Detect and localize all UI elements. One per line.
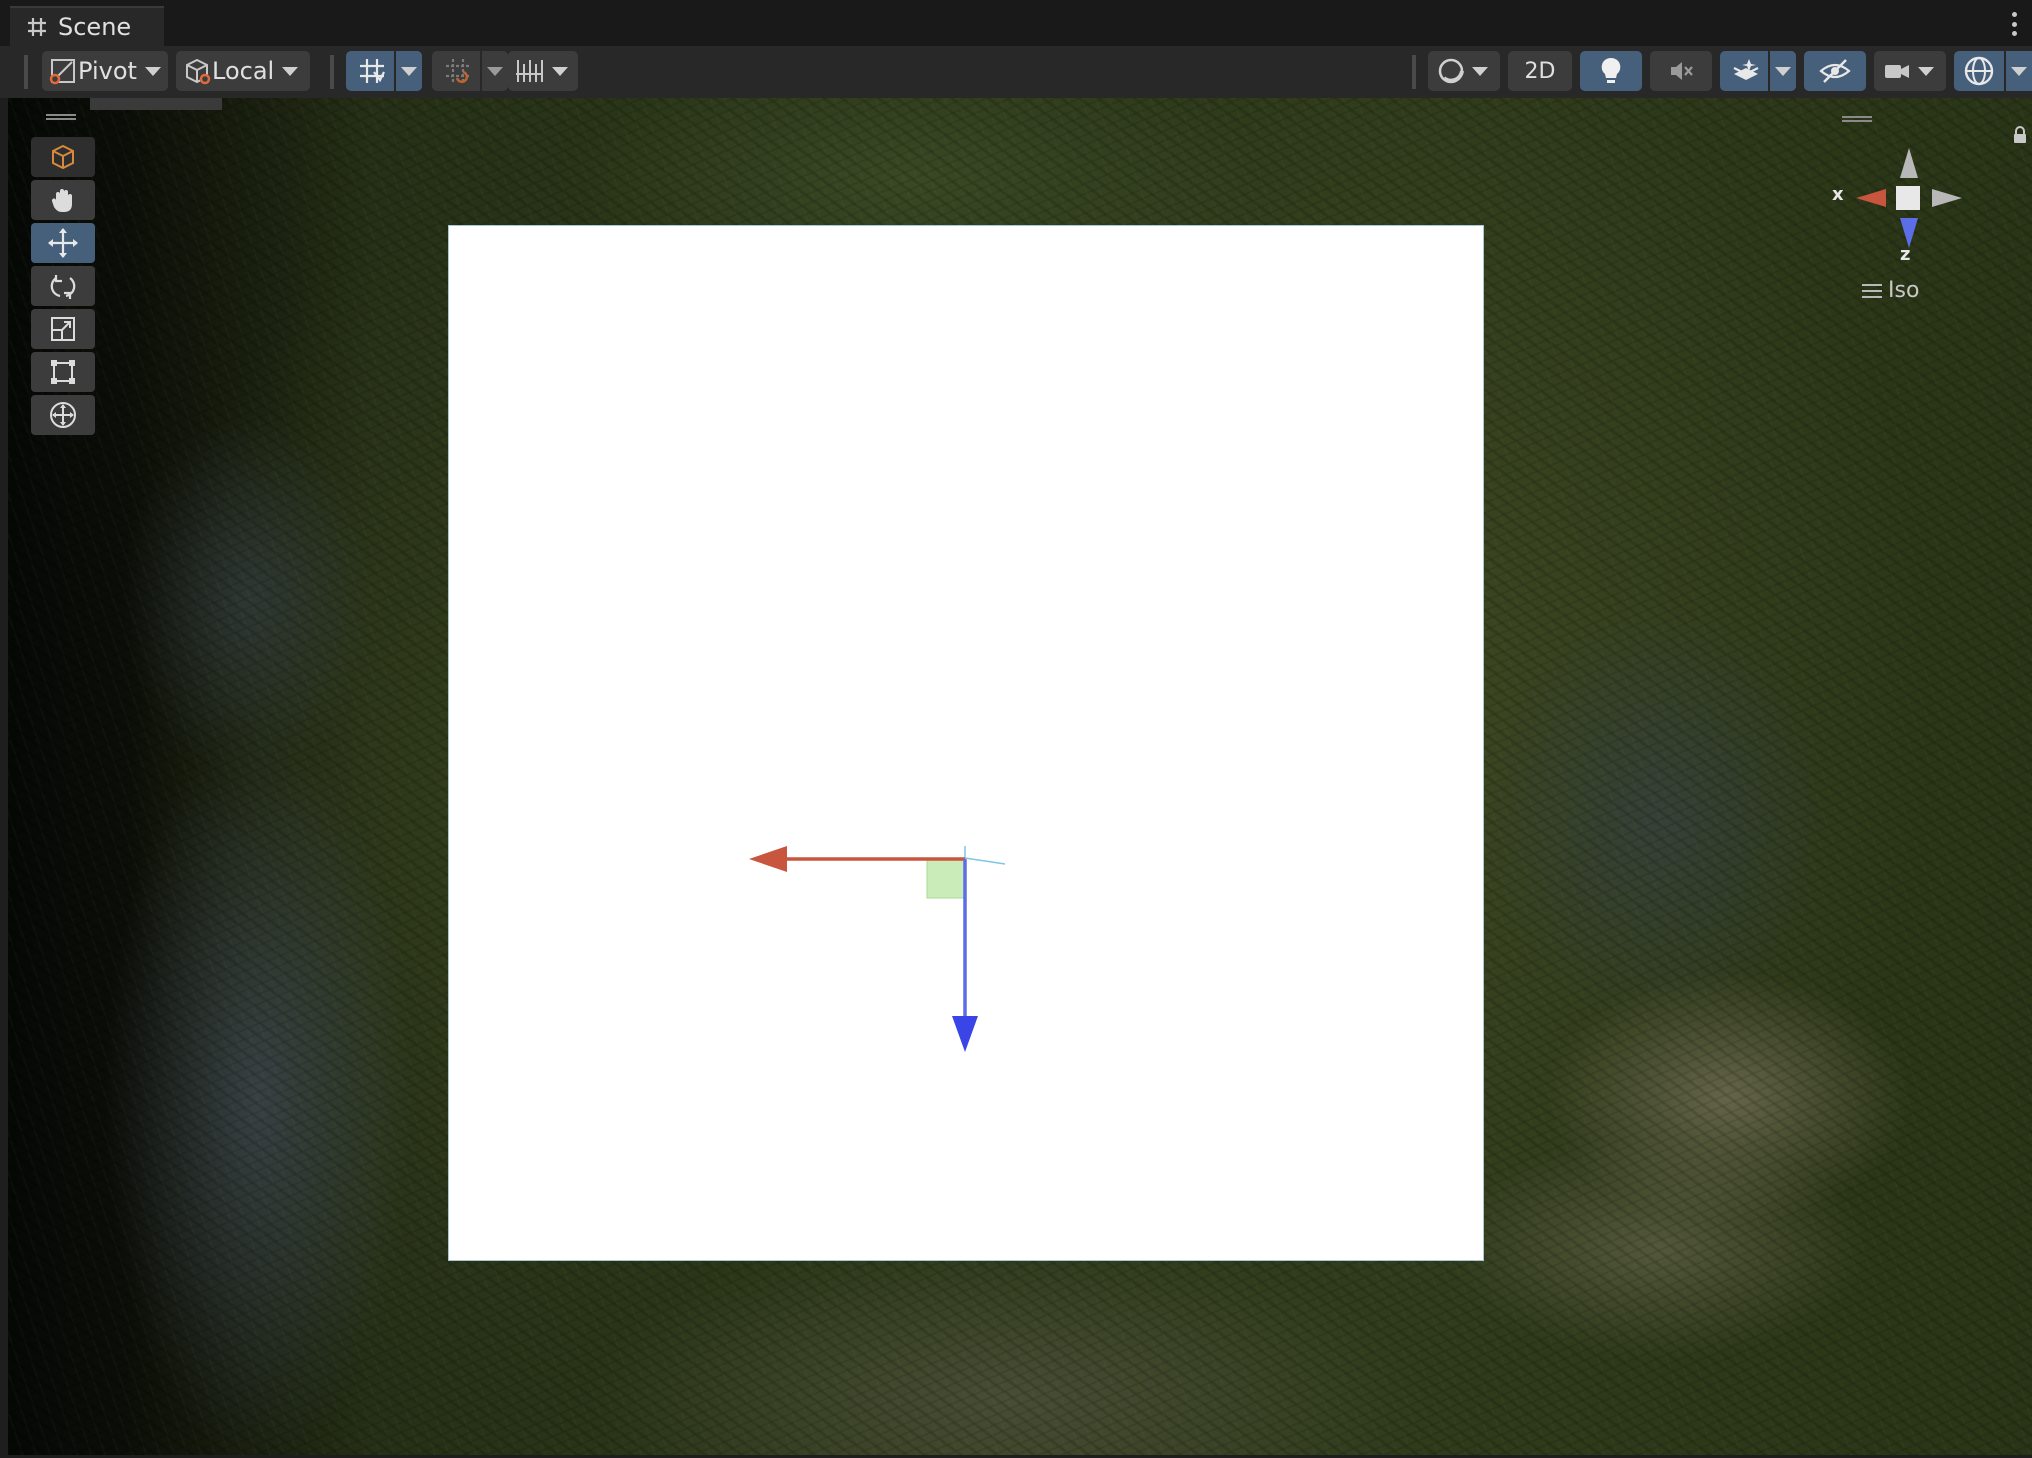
pivot-label: Pivot bbox=[78, 57, 137, 85]
chevron-down-icon bbox=[1918, 66, 1934, 76]
move-tool[interactable] bbox=[31, 223, 95, 263]
transform-icon bbox=[50, 402, 76, 428]
move-arrows-icon bbox=[48, 228, 78, 258]
chevron-down-icon bbox=[2011, 66, 2027, 76]
orientation-gizmo[interactable]: x z Iso bbox=[1832, 140, 1982, 320]
effects-dropdown[interactable] bbox=[1770, 51, 1796, 91]
view-options-button[interactable] bbox=[31, 137, 95, 177]
toolbar-separator bbox=[330, 55, 334, 89]
selected-quad[interactable] bbox=[449, 226, 1483, 1260]
camera-settings-dropdown[interactable] bbox=[1874, 51, 1946, 91]
y-axis-hint bbox=[964, 857, 1006, 865]
audio-toggle[interactable] bbox=[1650, 51, 1712, 91]
rect-transform-icon bbox=[51, 360, 75, 384]
tab-scene[interactable]: Scene bbox=[10, 6, 164, 46]
rotate-icon bbox=[50, 275, 76, 299]
kebab-menu-icon[interactable] bbox=[2010, 12, 2018, 36]
mode-2d-label: 2D bbox=[1524, 58, 1556, 84]
gizmos-dropdown[interactable] bbox=[2006, 51, 2032, 91]
rotate-tool[interactable] bbox=[31, 266, 95, 306]
hidden-eye-icon bbox=[1819, 59, 1851, 83]
tab-title: Scene bbox=[58, 13, 132, 41]
scale-tool[interactable] bbox=[31, 309, 95, 349]
scene-visibility-toggle[interactable] bbox=[1804, 51, 1866, 91]
draw-mode-dropdown[interactable] bbox=[1428, 51, 1500, 91]
chevron-down-icon bbox=[1472, 66, 1488, 76]
chevron-down-icon bbox=[552, 66, 568, 76]
view-tool[interactable] bbox=[31, 180, 95, 220]
toolbar-grip[interactable] bbox=[24, 55, 28, 89]
tools-overlay bbox=[18, 104, 95, 504]
overlay-panel-handle[interactable] bbox=[1842, 116, 1872, 122]
z-arrow-head[interactable] bbox=[952, 1016, 978, 1052]
cube-icon bbox=[52, 144, 74, 170]
projection-label: Iso bbox=[1888, 278, 1920, 303]
chevron-down-icon bbox=[1775, 66, 1791, 76]
pivot-dropdown[interactable]: Pivot bbox=[42, 51, 168, 91]
chevron-down-icon bbox=[401, 66, 417, 76]
increment-snap-dropdown[interactable] bbox=[482, 51, 508, 91]
x-arrow-head[interactable] bbox=[749, 846, 787, 872]
chevron-down-icon bbox=[282, 66, 299, 76]
tools-panel-handle[interactable] bbox=[46, 114, 76, 120]
lighting-toggle[interactable] bbox=[1580, 51, 1642, 91]
grid-snap-icon bbox=[360, 59, 385, 83]
shading-sphere-icon bbox=[1438, 58, 1464, 84]
local-cube-icon bbox=[186, 58, 211, 85]
move-handle-gizmo[interactable] bbox=[449, 226, 1483, 1260]
tab-overlay-strip bbox=[90, 98, 222, 110]
gizmos-globe-icon bbox=[1964, 56, 1994, 86]
toolbar-separator bbox=[1412, 55, 1416, 89]
effects-layers-icon bbox=[1733, 59, 1759, 80]
tab-bar: Scene bbox=[0, 0, 2032, 46]
audio-mute-icon bbox=[1671, 62, 1693, 80]
pivot-icon bbox=[49, 59, 75, 85]
transform-tool[interactable] bbox=[31, 395, 95, 435]
camera-icon bbox=[1885, 65, 1909, 78]
lock-icon[interactable] bbox=[2012, 126, 2028, 144]
hamburger-icon bbox=[1862, 283, 1882, 298]
xz-plane-handle[interactable] bbox=[926, 859, 966, 899]
scene-viewport[interactable]: x z Iso bbox=[8, 98, 2032, 1455]
grid-icon bbox=[28, 18, 46, 36]
scene-toolbar: Pivot Local 2D bbox=[0, 46, 2032, 98]
scale-icon bbox=[51, 317, 75, 341]
grid-snap-dropdown[interactable] bbox=[396, 51, 422, 91]
light-bulb-icon bbox=[1601, 57, 1621, 83]
ruler-grid-icon bbox=[516, 60, 543, 82]
chevron-down-icon bbox=[487, 66, 503, 76]
gizmo-z-label: z bbox=[1900, 244, 1911, 265]
mode-2d-toggle[interactable]: 2D bbox=[1508, 51, 1572, 91]
rect-tool[interactable] bbox=[31, 352, 95, 392]
hand-icon bbox=[51, 189, 72, 212]
gizmo-x-label: x bbox=[1832, 184, 1844, 205]
chevron-down-icon bbox=[144, 66, 161, 76]
increment-snap-icon bbox=[446, 59, 470, 84]
grid-visibility-dropdown[interactable] bbox=[508, 51, 578, 91]
local-dropdown[interactable]: Local bbox=[176, 51, 310, 91]
local-label: Local bbox=[212, 57, 275, 85]
projection-toggle[interactable]: Iso bbox=[1862, 278, 1919, 303]
